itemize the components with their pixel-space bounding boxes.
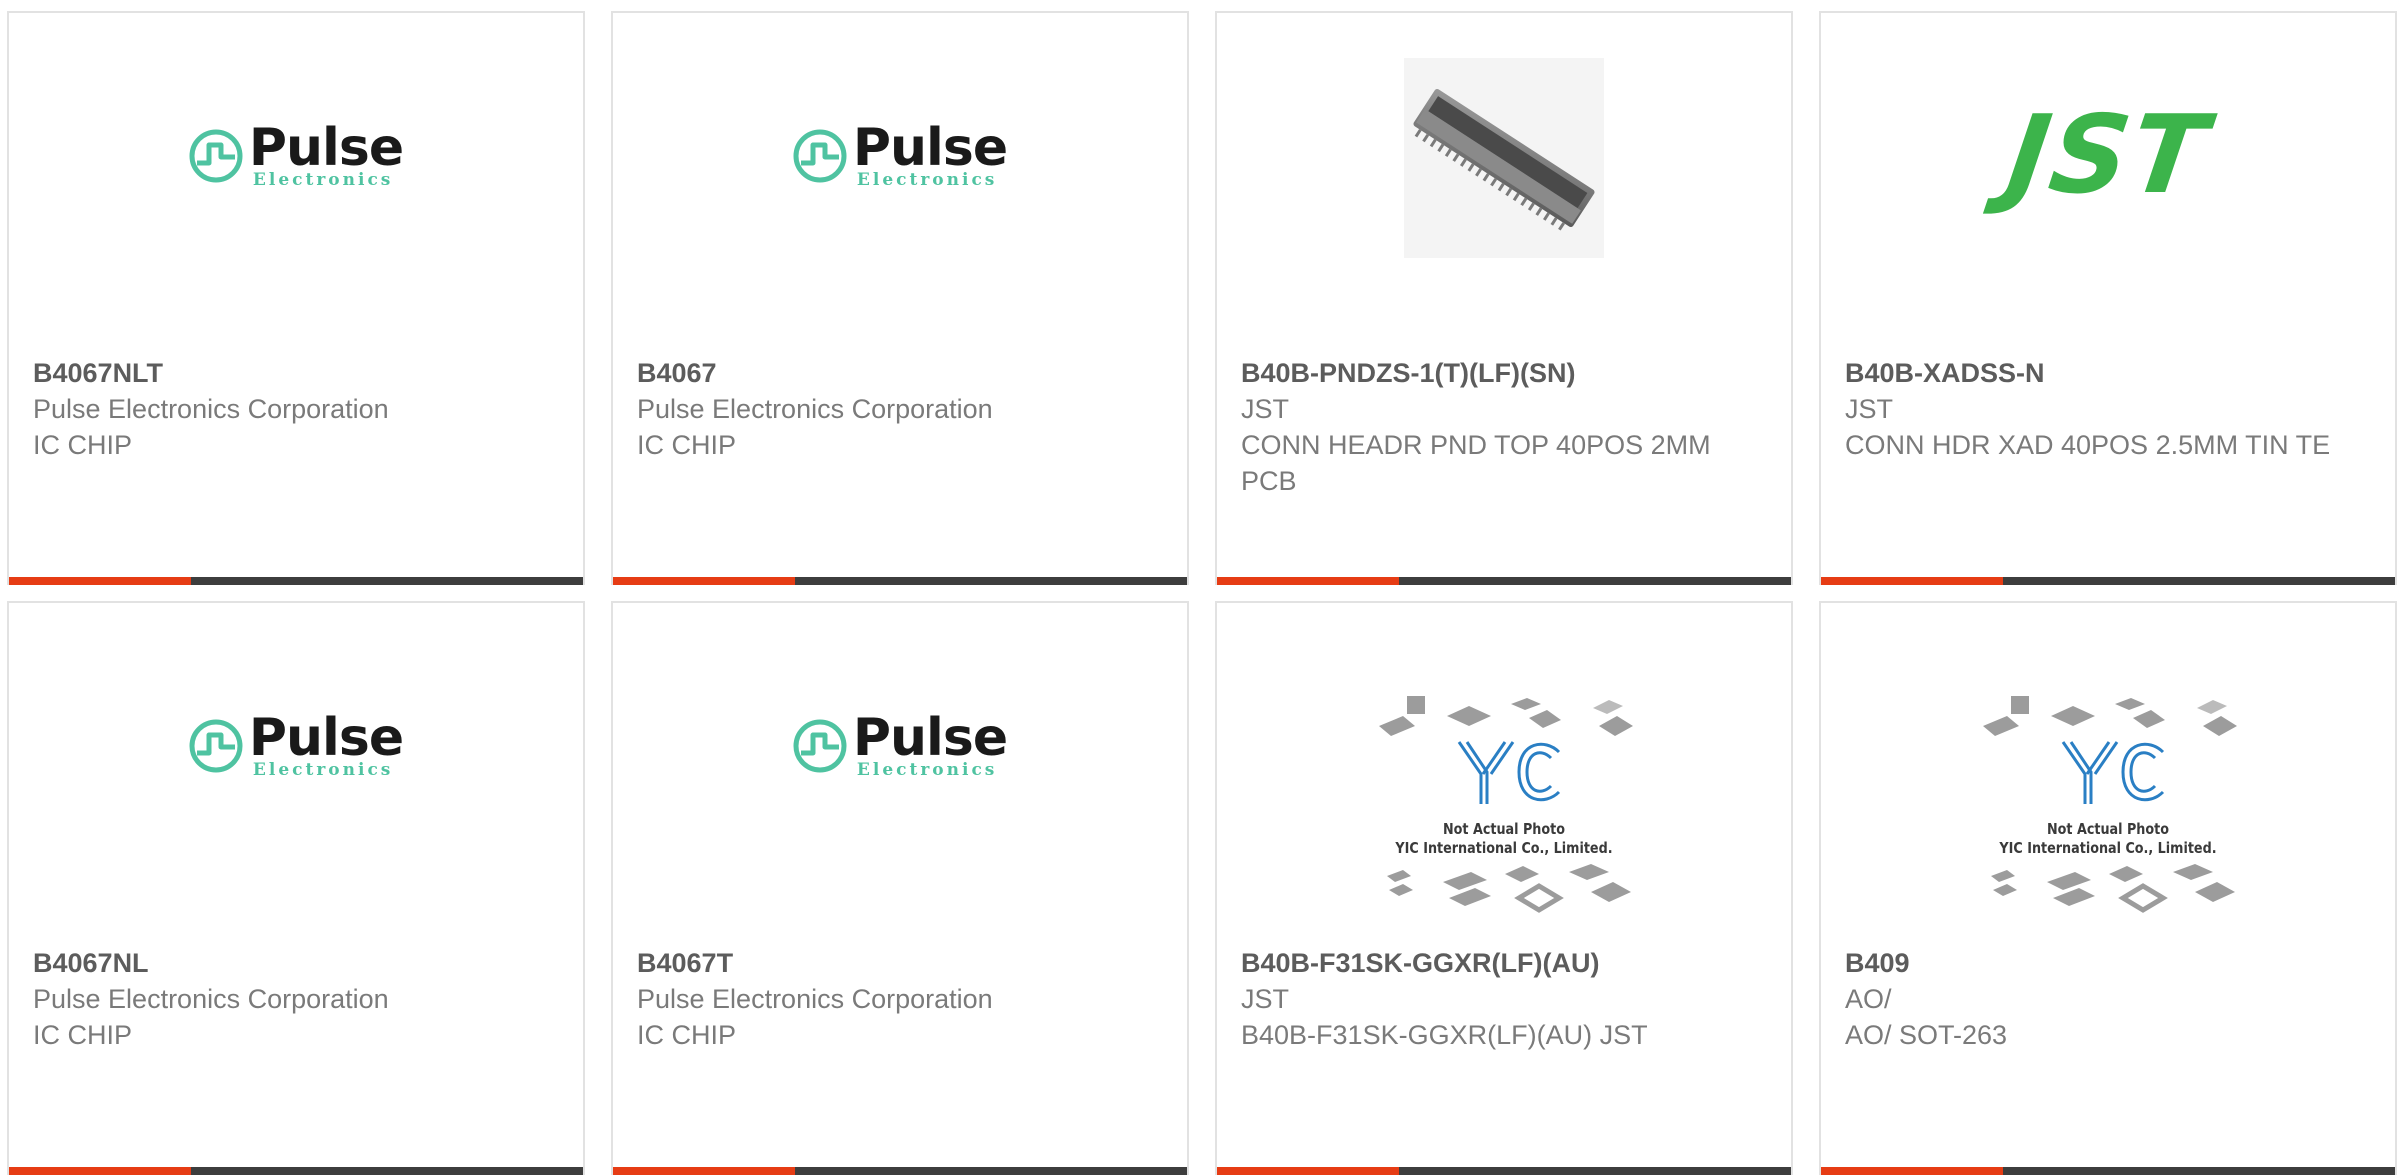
pulse-electronics-logo: Pulse Electronics xyxy=(189,708,404,780)
jst-logo: JST xyxy=(2000,93,2216,218)
part-number[interactable]: B4067NLT xyxy=(33,355,563,391)
product-card[interactable]: B40B-PNDZS-1(T)(LF)(SN) JST CONN HEADR P… xyxy=(1215,11,1793,585)
product-card[interactable]: Pulse Electronics B4067T Pulse Electroni… xyxy=(611,601,1189,1175)
manufacturer: JST xyxy=(1241,984,1290,1014)
yic-caption-line1: Not Actual Photo xyxy=(1442,819,1566,838)
yic-placeholder-image: Not Actual Photo YIC International Co., … xyxy=(1369,686,1639,926)
manufacturer: Pulse Electronics Corporation xyxy=(637,394,993,424)
part-number[interactable]: B40B-PNDZS-1(T)(LF)(SN) xyxy=(1241,355,1771,391)
card-accent xyxy=(1217,577,1399,585)
description: B40B-F31SK-GGXR(LF)(AU) JST xyxy=(1241,1020,1648,1050)
pulse-logo-word: Pulse xyxy=(852,708,1008,768)
product-image[interactable]: Pulse Electronics xyxy=(9,603,583,948)
description: IC CHIP xyxy=(33,1020,133,1050)
description: IC CHIP xyxy=(637,430,737,460)
product-image[interactable]: Pulse Electronics xyxy=(613,13,1187,358)
pulse-logo-icon xyxy=(189,719,243,772)
product-card[interactable]: JST B40B-XADSS-N JST CONN HDR XAD 40POS … xyxy=(1819,11,2397,585)
product-image[interactable]: JST xyxy=(1821,13,2395,358)
pulse-electronics-logo: Pulse Electronics xyxy=(793,118,1008,190)
card-bottom-bar xyxy=(1217,1167,1791,1175)
description: CONN HEADR PND TOP 40POS 2MM PCB xyxy=(1241,430,1711,496)
card-bottom-bar xyxy=(1821,1167,2395,1175)
card-accent xyxy=(1821,577,2003,585)
product-image[interactable] xyxy=(1217,13,1791,358)
part-number[interactable]: B40B-F31SK-GGXR(LF)(AU) xyxy=(1241,945,1771,981)
pulse-logo-sub: Electronics xyxy=(252,760,394,780)
description: CONN HDR XAD 40POS 2.5MM TIN TE xyxy=(1845,430,2331,460)
card-bottom-bar xyxy=(1217,577,1791,585)
manufacturer: AO/ xyxy=(1845,984,1892,1014)
pulse-logo-word: Pulse xyxy=(248,708,404,768)
part-number[interactable]: B40B-XADSS-N xyxy=(1845,355,2375,391)
pulse-logo-sub: Electronics xyxy=(252,170,394,190)
card-bottom-bar xyxy=(613,577,1187,585)
product-grid: Pulse Electronics B4067NLT Pulse Electro… xyxy=(7,11,2397,1175)
card-accent xyxy=(1217,1167,1399,1175)
product-card[interactable]: Not Actual Photo YIC International Co., … xyxy=(1819,601,2397,1175)
card-bottom-bar xyxy=(1821,577,2395,585)
part-number[interactable]: B4067NL xyxy=(33,945,563,981)
pulse-logo-icon xyxy=(189,129,243,182)
card-bottom-bar xyxy=(9,577,583,585)
manufacturer: Pulse Electronics Corporation xyxy=(33,984,389,1014)
product-card[interactable]: Not Actual Photo YIC International Co., … xyxy=(1215,601,1793,1175)
chip-cluster-icon xyxy=(1983,695,2237,913)
pulse-logo-sub: Electronics xyxy=(856,760,998,780)
connector-photo xyxy=(1404,58,1604,258)
pulse-logo-word: Pulse xyxy=(248,118,404,178)
card-bottom-bar xyxy=(9,1167,583,1175)
yic-placeholder-image: Not Actual Photo YIC International Co., … xyxy=(1973,686,2243,926)
card-bottom-bar xyxy=(613,1167,1187,1175)
manufacturer: Pulse Electronics Corporation xyxy=(637,984,993,1014)
pulse-logo-icon xyxy=(793,719,847,772)
part-number[interactable]: B4067T xyxy=(637,945,1167,981)
manufacturer: JST xyxy=(1845,394,1894,424)
product-image[interactable]: Pulse Electronics xyxy=(613,603,1187,948)
yic-caption-line1: Not Actual Photo xyxy=(2046,819,2170,838)
part-number[interactable]: B409 xyxy=(1845,945,2375,981)
pulse-electronics-logo: Pulse Electronics xyxy=(793,708,1008,780)
product-image[interactable]: Pulse Electronics xyxy=(9,13,583,358)
pulse-electronics-logo: Pulse Electronics xyxy=(189,118,404,190)
description: AO/ SOT-263 xyxy=(1845,1020,2008,1050)
manufacturer: Pulse Electronics Corporation xyxy=(33,394,389,424)
description: IC CHIP xyxy=(637,1020,737,1050)
part-number[interactable]: B4067 xyxy=(637,355,1167,391)
card-accent xyxy=(9,1167,191,1175)
pulse-logo-icon xyxy=(793,129,847,182)
yic-caption-line2: YIC International Co., Limited. xyxy=(1395,838,1613,857)
product-image[interactable]: Not Actual Photo YIC International Co., … xyxy=(1217,603,1791,948)
product-card[interactable]: Pulse Electronics B4067 Pulse Electronic… xyxy=(611,11,1189,585)
product-image[interactable]: Not Actual Photo YIC International Co., … xyxy=(1821,603,2395,948)
manufacturer: JST xyxy=(1241,394,1290,424)
yic-caption-line2: YIC International Co., Limited. xyxy=(1999,838,2217,857)
product-card[interactable]: Pulse Electronics B4067NLT Pulse Electro… xyxy=(7,11,585,585)
description: IC CHIP xyxy=(33,430,133,460)
product-card[interactable]: Pulse Electronics B4067NL Pulse Electron… xyxy=(7,601,585,1175)
chip-cluster-icon xyxy=(1379,695,1633,913)
card-accent xyxy=(9,577,191,585)
pulse-logo-word: Pulse xyxy=(852,118,1008,178)
pulse-logo-sub: Electronics xyxy=(856,170,998,190)
card-accent xyxy=(613,577,795,585)
card-accent xyxy=(1821,1167,2003,1175)
card-accent xyxy=(613,1167,795,1175)
